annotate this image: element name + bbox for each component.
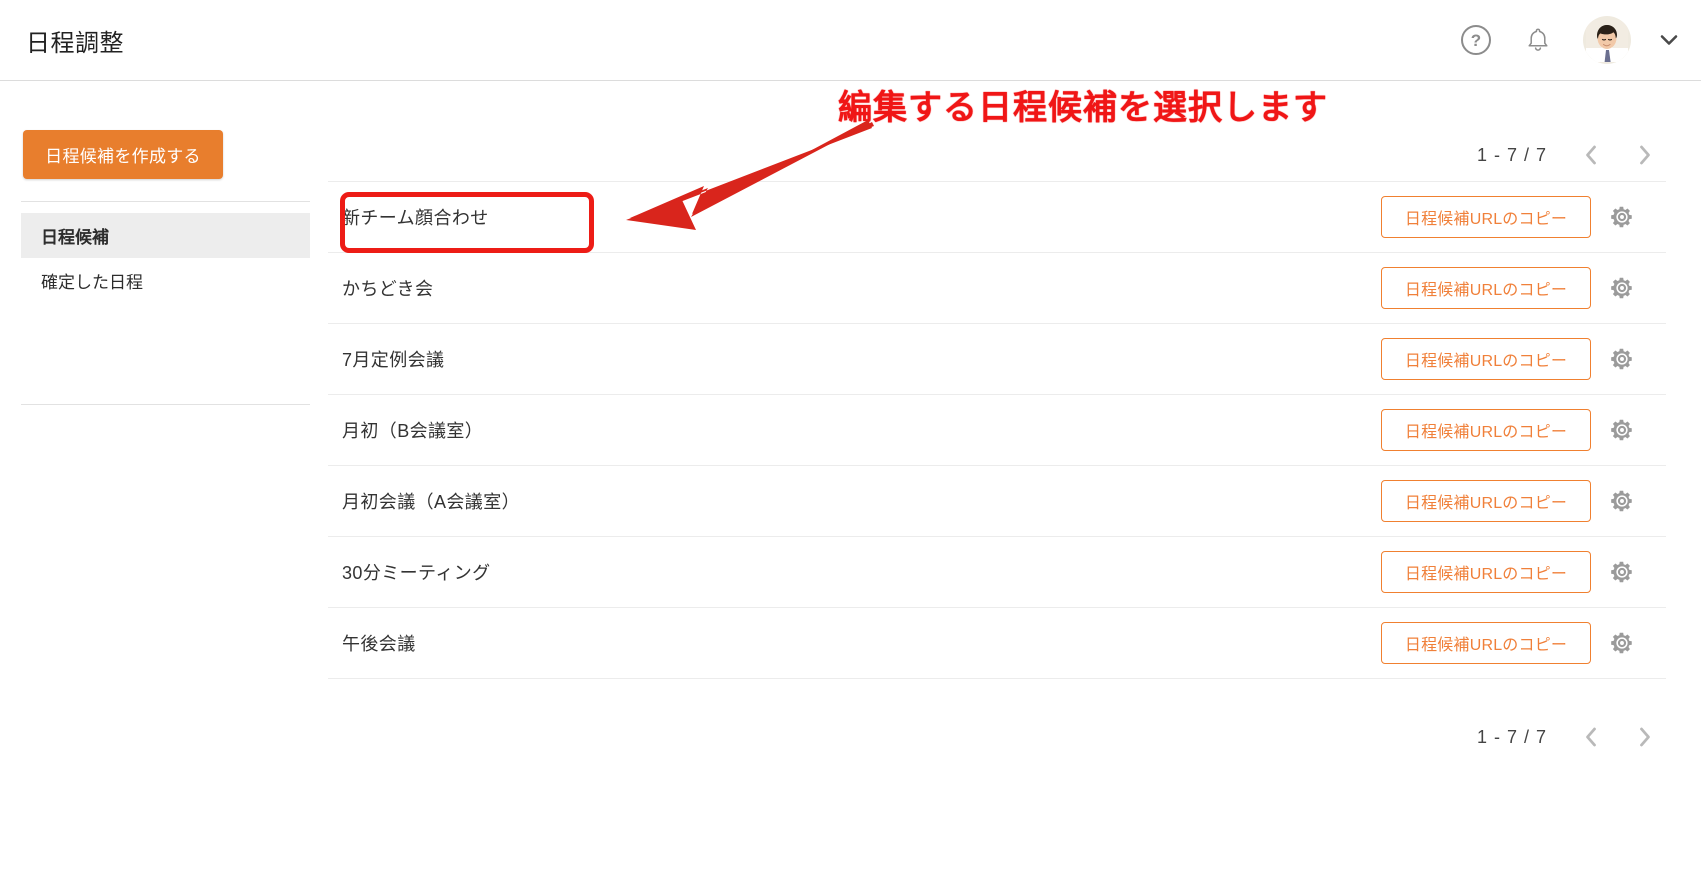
pagination-top: 1 - 7 / 7 xyxy=(1477,138,1655,172)
table-row[interactable]: 新チーム顔合わせ 日程候補URLのコピー xyxy=(328,182,1666,253)
gear-icon[interactable] xyxy=(1608,487,1636,515)
help-icon[interactable]: ? xyxy=(1459,23,1493,57)
pagination-range-label: 1 - 7 / 7 xyxy=(1476,726,1547,747)
avatar-image xyxy=(1586,19,1628,62)
pagination-range-label: 1 - 7 / 7 xyxy=(1476,144,1547,165)
gear-icon[interactable] xyxy=(1608,416,1636,444)
app-header: 日程調整 ? xyxy=(0,0,1701,81)
chevron-right-icon xyxy=(1640,727,1650,747)
main-content: 1 - 7 / 7 新チーム顔合わせ 日程候補URLのコピー かちどき会 日程候… xyxy=(310,82,1701,891)
sidebar-item-label: 日程候補 xyxy=(41,228,109,247)
row-title[interactable]: 7月定例会議 xyxy=(342,346,444,372)
chevron-left-icon xyxy=(1586,145,1596,165)
chevron-down-icon[interactable] xyxy=(1659,30,1679,50)
pagination-prev-button[interactable] xyxy=(1581,143,1601,167)
gear-icon[interactable] xyxy=(1608,345,1636,373)
row-title[interactable]: 月初（B会議室） xyxy=(342,417,483,443)
copy-url-button[interactable]: 日程候補URLのコピー xyxy=(1381,409,1591,451)
table-row[interactable]: 午後会議 日程候補URLのコピー xyxy=(328,608,1666,679)
copy-url-button[interactable]: 日程候補URLのコピー xyxy=(1381,480,1591,522)
help-circle-glyph: ? xyxy=(1461,25,1491,55)
gear-glyph xyxy=(1611,277,1632,299)
gear-glyph xyxy=(1611,561,1632,583)
copy-url-button[interactable]: 日程候補URLのコピー xyxy=(1381,622,1591,664)
pagination-next-button[interactable] xyxy=(1635,725,1655,749)
row-title[interactable]: 月初会議（A会議室） xyxy=(342,488,520,514)
table-row[interactable]: 月初会議（A会議室） 日程候補URLのコピー xyxy=(328,466,1666,537)
schedule-candidate-list: 新チーム顔合わせ 日程候補URLのコピー かちどき会 日程候補URLのコピー 7… xyxy=(328,181,1666,679)
bell-glyph xyxy=(1528,28,1548,51)
table-row[interactable]: かちどき会 日程候補URLのコピー xyxy=(328,253,1666,324)
copy-url-button[interactable]: 日程候補URLのコピー xyxy=(1381,267,1591,309)
row-actions: 日程候補URLのコピー xyxy=(1381,480,1636,522)
pagination-bottom: 1 - 7 / 7 xyxy=(1477,720,1655,754)
gear-icon[interactable] xyxy=(1608,274,1636,302)
page-title: 日程調整 xyxy=(26,29,124,57)
pagination-prev-button[interactable] xyxy=(1581,725,1601,749)
row-title[interactable]: かちどき会 xyxy=(342,275,433,301)
pagination-next-button[interactable] xyxy=(1635,143,1655,167)
table-row[interactable]: 月初（B会議室） 日程候補URLのコピー xyxy=(328,395,1666,466)
bell-icon[interactable] xyxy=(1521,23,1555,57)
row-title[interactable]: 午後会議 xyxy=(342,630,416,656)
avatar[interactable] xyxy=(1583,16,1631,64)
chevron-right-icon xyxy=(1640,145,1650,165)
row-actions: 日程候補URLのコピー xyxy=(1381,196,1636,238)
gear-glyph xyxy=(1611,490,1632,512)
sidebar-nav: 日程候補 確定した日程 xyxy=(21,213,310,303)
gear-glyph xyxy=(1611,206,1632,228)
copy-url-button[interactable]: 日程候補URLのコピー xyxy=(1381,551,1591,593)
gear-icon[interactable] xyxy=(1608,558,1636,586)
sidebar-item-confirmed-schedules[interactable]: 確定した日程 xyxy=(21,258,310,303)
sidebar-item-label: 確定した日程 xyxy=(41,273,143,292)
row-actions: 日程候補URLのコピー xyxy=(1381,622,1636,664)
row-actions: 日程候補URLのコピー xyxy=(1381,409,1636,451)
sidebar-item-schedule-candidates[interactable]: 日程候補 xyxy=(21,213,310,258)
row-title[interactable]: 30分ミーティング xyxy=(342,559,491,585)
row-actions: 日程候補URLのコピー xyxy=(1381,551,1636,593)
gear-icon[interactable] xyxy=(1608,629,1636,657)
create-schedule-candidate-button[interactable]: 日程候補を作成する xyxy=(23,130,223,179)
chevron-left-icon xyxy=(1586,727,1596,747)
header-actions: ? xyxy=(1459,16,1679,64)
copy-url-button[interactable]: 日程候補URLのコピー xyxy=(1381,338,1591,380)
row-actions: 日程候補URLのコピー xyxy=(1381,267,1636,309)
gear-glyph xyxy=(1611,348,1632,370)
row-actions: 日程候補URLのコピー xyxy=(1381,338,1636,380)
table-row[interactable]: 7月定例会議 日程候補URLのコピー xyxy=(328,324,1666,395)
app-root: 日程調整 ? 日程候補を作成する 日程候補 確定した日程 1 - 7 / 7 新… xyxy=(0,0,1701,891)
gear-glyph xyxy=(1611,632,1632,654)
table-row[interactable]: 30分ミーティング 日程候補URLのコピー xyxy=(328,537,1666,608)
sidebar: 日程候補を作成する 日程候補 確定した日程 xyxy=(0,82,310,891)
gear-glyph xyxy=(1611,419,1632,441)
sidebar-divider-bottom xyxy=(21,404,310,405)
gear-icon[interactable] xyxy=(1608,203,1636,231)
row-title[interactable]: 新チーム顔合わせ xyxy=(342,204,489,230)
sidebar-divider-top xyxy=(21,201,310,202)
copy-url-button[interactable]: 日程候補URLのコピー xyxy=(1381,196,1591,238)
